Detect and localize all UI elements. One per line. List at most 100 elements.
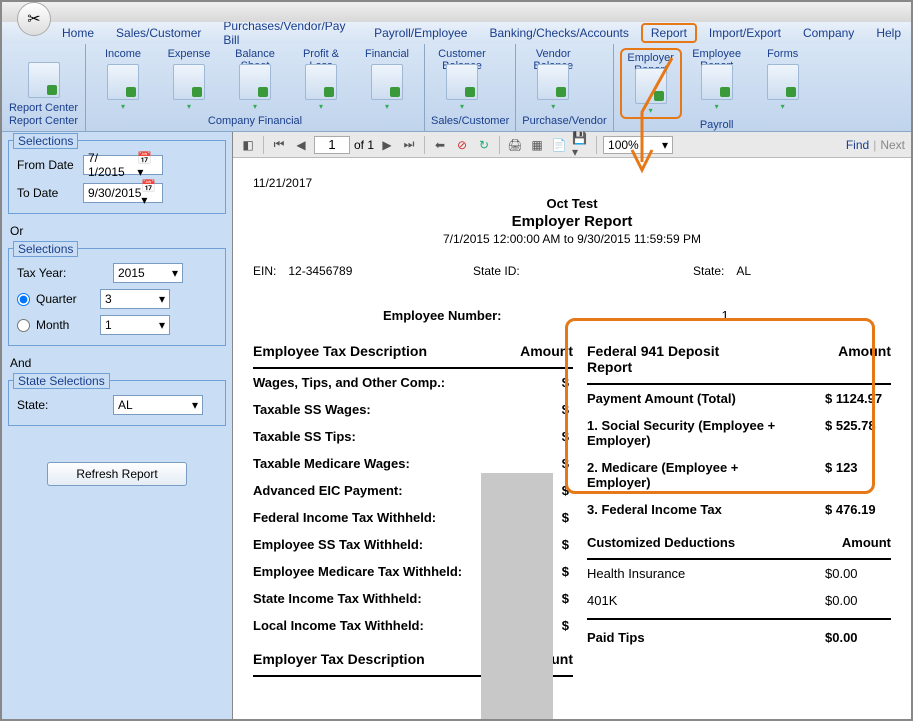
zoom-select[interactable]: 100%▾ <box>603 136 673 154</box>
to-date-input[interactable]: 9/30/2015📅▾ <box>83 183 163 203</box>
report-icon <box>173 64 205 100</box>
state-value: AL <box>736 264 751 278</box>
stateid-label: State ID: <box>473 264 520 278</box>
menu-import[interactable]: Import/Export <box>699 23 791 43</box>
deduction-row: Health Insurance$0.00 <box>587 560 891 587</box>
report-title: Employer Report <box>253 213 891 230</box>
ribbon-caption-sales: Sales/Customer <box>431 115 509 129</box>
menu-sales[interactable]: Sales/Customer <box>106 23 211 43</box>
ein-label: EIN: <box>253 264 276 278</box>
tax-row: Wages, Tips, and Other Comp.:$ <box>253 369 573 396</box>
report-company: Oct Test <box>253 196 891 211</box>
chevron-down-icon: ▾ <box>159 292 165 306</box>
ribbon-expense[interactable]: Expense▾ <box>158 48 220 115</box>
quarter-radio[interactable] <box>17 293 30 306</box>
f941-row: 1. Social Security (Employee + Employer)… <box>587 412 891 454</box>
layout-button[interactable]: ▦ <box>528 136 546 154</box>
page-of-label: of 1 <box>354 138 374 152</box>
back-button[interactable]: ⬅ <box>431 136 449 154</box>
next-link[interactable]: Next <box>880 138 905 152</box>
ribbon-employer-report[interactable]: Employer Report▾ <box>620 48 682 119</box>
ribbon-group-company-financial: Income▾Expense▾Balance Sheet▾Profit & Lo… <box>86 44 425 131</box>
from-date-label: From Date <box>17 158 77 172</box>
refresh-button[interactable]: ↻ <box>475 136 493 154</box>
report-icon <box>446 64 478 100</box>
ribbon-group-purchase: Vendor Balance▾ Purchase/Vendor <box>516 44 613 131</box>
emp-tax-amt-header: Amount <box>520 343 573 359</box>
ribbon-forms[interactable]: Forms▾ <box>752 48 814 119</box>
month-select[interactable]: 1▾ <box>100 315 170 335</box>
chevron-down-icon: ▾ <box>385 102 389 111</box>
to-date-label: To Date <box>17 186 77 200</box>
ribbon-employee-report[interactable]: Employee Report▾ <box>686 48 748 119</box>
tax-row: Taxable SS Wages:$ <box>253 396 573 423</box>
ribbon-vendor-balance[interactable]: Vendor Balance▾ <box>522 48 584 115</box>
report-center-button[interactable]: Report Center <box>8 48 79 115</box>
report-icon <box>239 64 271 100</box>
chevron-down-icon: ▾ <box>159 318 165 332</box>
from-date-input[interactable]: 7/ 1/2015📅▾ <box>83 155 163 175</box>
ribbon-group-sales: Customer Balance▾ Sales/Customer <box>425 44 516 131</box>
tax-row: Taxable SS Tips:$ <box>253 423 573 450</box>
ribbon-balance-sheet[interactable]: Balance Sheet▾ <box>224 48 286 115</box>
report-main: Employee Tax Description Amount Wages, T… <box>253 337 891 677</box>
report-icon <box>635 68 667 104</box>
chevron-down-icon: ▾ <box>253 102 257 111</box>
deduction-row: 401K$0.00 <box>587 587 891 614</box>
stop-button[interactable]: ⊘ <box>453 136 471 154</box>
find-link[interactable]: Find <box>846 138 869 152</box>
f941-header: Federal 941 Deposit Report <box>587 343 767 375</box>
month-radio[interactable] <box>17 319 30 332</box>
next-page-button[interactable]: ▶ <box>378 136 396 154</box>
menu-home[interactable]: Home <box>52 23 104 43</box>
page-input[interactable] <box>314 136 350 154</box>
menu-payroll[interactable]: Payroll/Employee <box>364 23 477 43</box>
emp-tax-desc-header: Employee Tax Description <box>253 343 427 359</box>
f941-row: 3. Federal Income Tax$ 476.19 <box>587 496 891 523</box>
last-page-button[interactable]: ⏭ <box>400 136 418 154</box>
state-label2: State: <box>693 264 724 278</box>
page-setup-button[interactable]: 📄 <box>550 136 568 154</box>
report-icon <box>701 64 733 100</box>
toggle-tree-button[interactable]: ◧ <box>239 136 257 154</box>
report-icon <box>537 64 569 100</box>
prev-page-button[interactable]: ◀ <box>292 136 310 154</box>
menu-company[interactable]: Company <box>793 23 864 43</box>
print-button[interactable]: 🖨 <box>506 136 524 154</box>
chevron-down-icon: ▾ <box>192 398 198 412</box>
ribbon-customer-balance[interactable]: Customer Balance▾ <box>431 48 493 115</box>
refresh-report-button[interactable]: Refresh Report <box>47 462 187 486</box>
ribbon-profit-loss[interactable]: Profit & Loss▾ <box>290 48 352 115</box>
f941-amt-header: Amount <box>838 343 891 375</box>
paid-tips-label: Paid Tips <box>587 630 645 645</box>
state-select[interactable]: AL▾ <box>113 395 203 415</box>
export-button[interactable]: 💾▾ <box>572 136 590 154</box>
app-logo[interactable]: ✂ <box>17 2 51 36</box>
paid-tips-amount: $0.00 <box>817 630 887 645</box>
employer-tax-desc-header: Employer Tax Description <box>253 651 425 667</box>
ribbon: Report Center Report Center Income▾Expen… <box>2 44 911 132</box>
selections-period: Selections Tax Year: 2015▾ Quarter 3▾ Mo… <box>8 248 226 346</box>
report-icon <box>107 64 139 100</box>
selections-dates: Selections From Date 7/ 1/2015📅▾ To Date… <box>8 140 226 214</box>
first-page-button[interactable]: ⏮ <box>270 136 288 154</box>
month-label: Month <box>36 318 86 332</box>
ribbon-caption-company-financial: Company Financial <box>92 115 418 129</box>
quarter-select[interactable]: 3▾ <box>100 289 170 309</box>
report-toolbar: ◧ ⏮ ◀ of 1 ▶ ⏭ ⬅ ⊘ ↻ 🖨 ▦ 📄 💾▾ 100%▾ <box>233 132 911 158</box>
selections-legend: Selections <box>13 133 78 149</box>
menu-report[interactable]: Report <box>641 23 697 43</box>
f941-row: 2. Medicare (Employee + Employer)$ 123 <box>587 454 891 496</box>
emp-num-label: Employee Number: <box>383 308 501 323</box>
state-label: State: <box>17 398 77 412</box>
chevron-down-icon: ▾ <box>649 106 653 115</box>
report-icon <box>767 64 799 100</box>
ribbon-caption-purchase: Purchase/Vendor <box>522 115 606 129</box>
ribbon-financial[interactable]: Financial▾ <box>356 48 418 115</box>
ribbon-income[interactable]: Income▾ <box>92 48 154 115</box>
tax-year-select[interactable]: 2015▾ <box>113 263 183 283</box>
chevron-down-icon: ▾ <box>551 102 555 111</box>
state-legend: State Selections <box>13 373 110 389</box>
menu-help[interactable]: Help <box>866 23 911 43</box>
menu-banking[interactable]: Banking/Checks/Accounts <box>479 23 638 43</box>
